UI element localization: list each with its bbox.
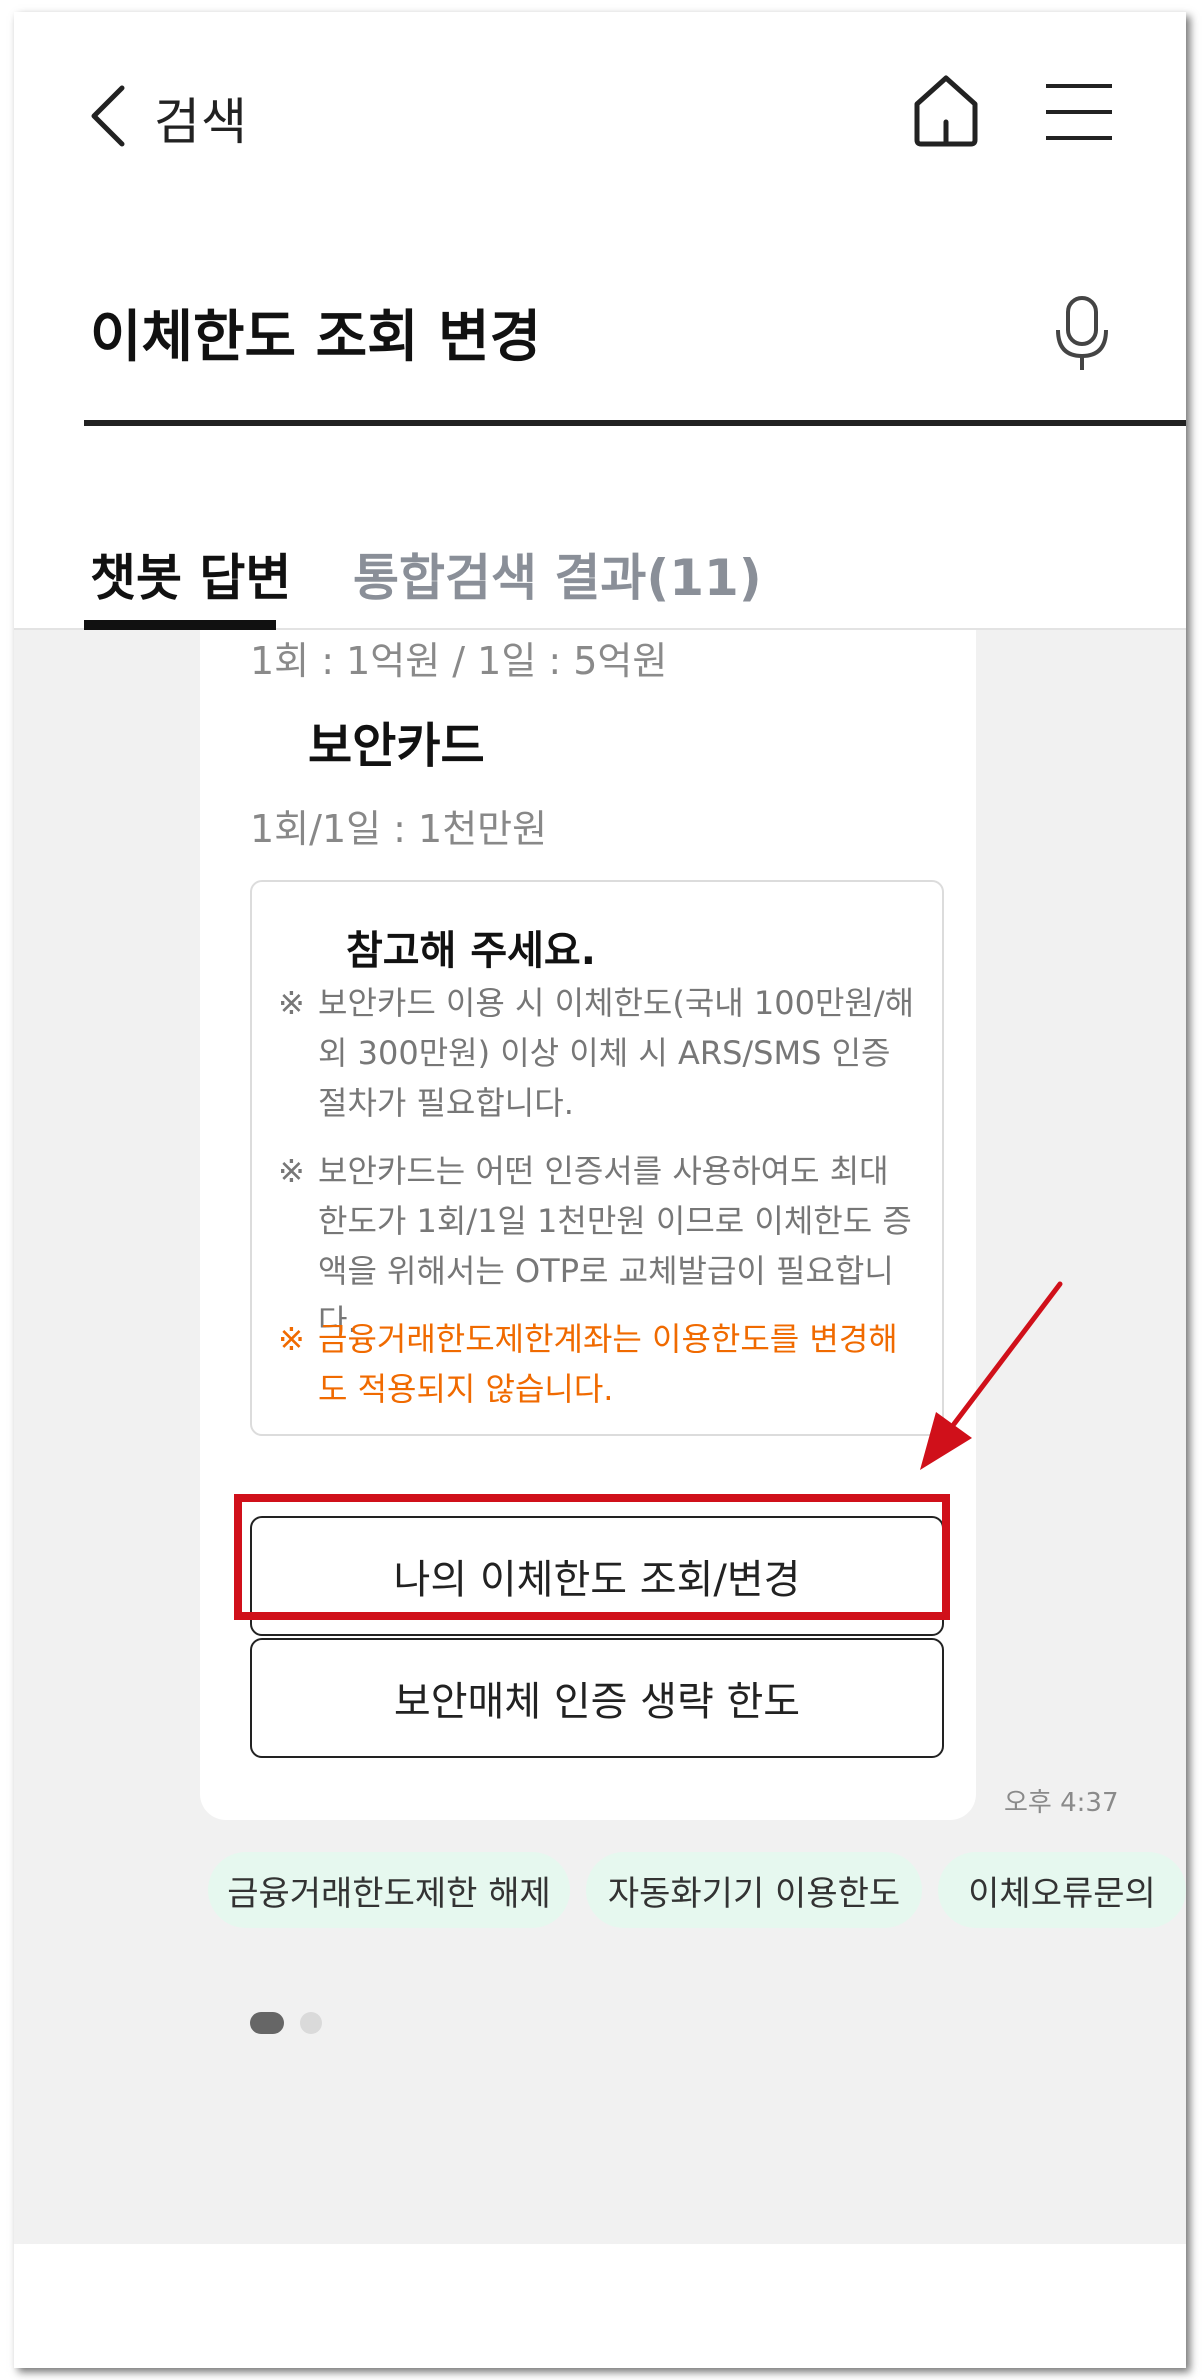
search-input[interactable]: 이체한도 조회 변경 [90,292,541,373]
header-title: 검색 [154,93,248,151]
notice-item-text: 보안카드 이용 시 이체한도(국내 100만원/해외 300만원) 이상 이체 … [318,984,915,1122]
home-icon[interactable] [911,74,981,148]
suggestion-chip[interactable]: 이체오류문의 [938,1852,1186,1928]
message-time: 오후 4:37 [1004,1788,1119,1818]
notice-item: ※ 보안카드 이용 시 이체한도(국내 100만원/해외 300만원) 이상 이… [278,978,918,1128]
previous-limit-text: 1회 : 1억원 / 1일 : 5억원 [250,639,668,683]
notice-item-text: 금융거래한도제한계좌는 이용한도를 변경해도 적용되지 않습니다. [318,1320,898,1408]
reference-mark: ※ [278,1152,305,1190]
tab-integrated-search[interactable]: 통합검색 결과(11) [353,538,762,610]
pagination-dot-active[interactable] [250,2012,284,2034]
notice-box: 참고해 주세요. ※ 보안카드 이용 시 이체한도(국내 100만원/해외 30… [250,880,944,1436]
active-tab-indicator [84,620,276,630]
search-underline [84,420,1186,426]
chatbot-answer-bubble: 1회 : 1억원 / 1일 : 5억원 보안카드 1회/1일 : 1천만원 참고… [200,630,976,1820]
microphone-icon[interactable] [1054,294,1110,374]
security-auth-skip-limit-button[interactable]: 보안매체 인증 생략 한도 [250,1638,944,1758]
section-title: 보안카드 [308,718,485,774]
notice-title: 참고해 주세요. [346,928,596,974]
suggestion-chip[interactable]: 금융거래한도제한 해제 [208,1852,570,1928]
notice-item-warning: ※ 금융거래한도제한계좌는 이용한도를 변경해도 적용되지 않습니다. [278,1314,918,1414]
section-limit: 1회/1일 : 1천만원 [250,807,548,851]
chevron-left-icon[interactable] [86,84,130,148]
hamburger-menu-icon[interactable] [1044,82,1114,142]
app-screen: 검색 이체한도 조회 변경 챗봇 답변 통합검색 결과(11) 1회 : 1억원… [14,12,1186,2368]
reference-mark: ※ [278,984,305,1022]
suggestion-chip[interactable]: 자동화기기 이용한도 [586,1852,922,1928]
pagination-dot[interactable] [300,2012,322,2034]
chat-area[interactable]: 1회 : 1억원 / 1일 : 5억원 보안카드 1회/1일 : 1천만원 참고… [14,630,1186,2244]
reference-mark: ※ [278,1320,305,1358]
highlight-box [234,1494,950,1620]
tab-chatbot-answer[interactable]: 챗봇 답변 [90,538,291,610]
